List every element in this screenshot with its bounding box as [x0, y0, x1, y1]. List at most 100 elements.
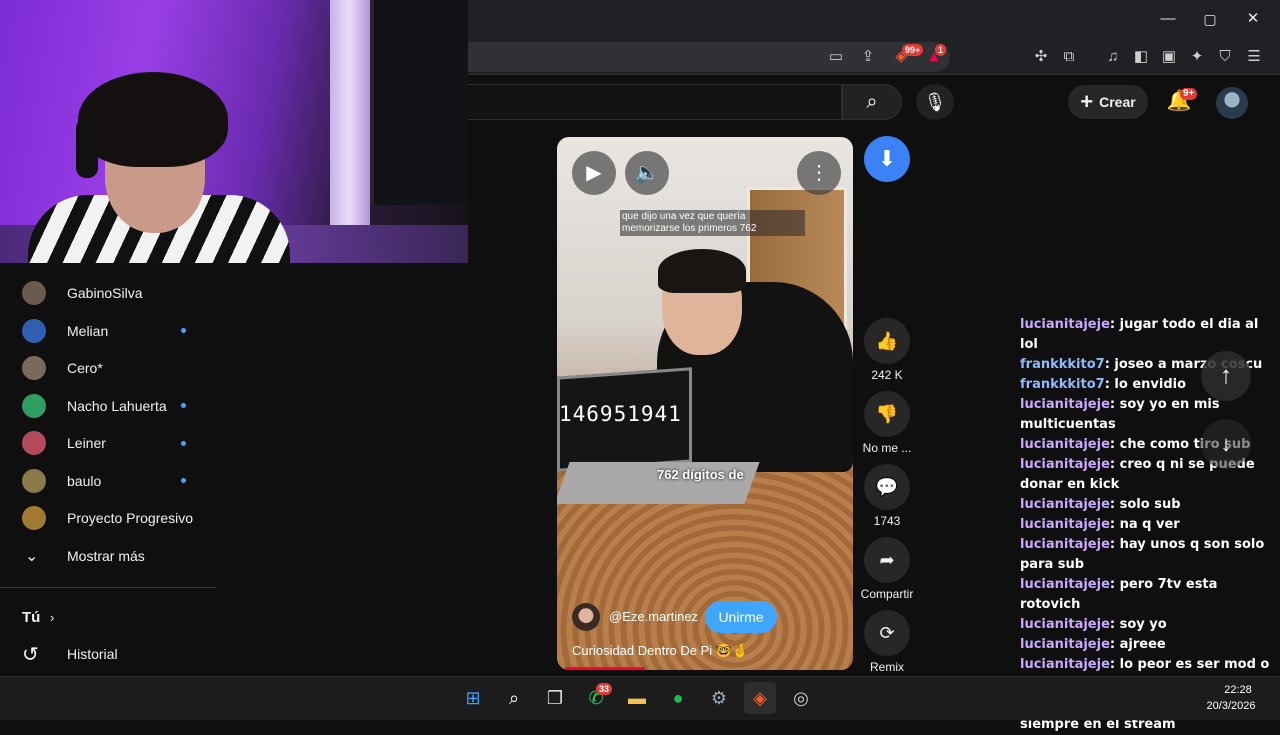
notifications-button[interactable]: 🔔 9+	[1164, 88, 1198, 116]
cast-icon[interactable]: ▭	[825, 46, 847, 68]
chat-message: lucianitajeje: soy yo	[1020, 617, 1167, 632]
sidebar-subscription-item[interactable]: Leiner	[0, 425, 216, 461]
sidebar-subscription-item[interactable]: baulo	[0, 463, 216, 499]
video-caption-middle: 762 dígitos de	[657, 467, 744, 482]
channel-name[interactable]: @Eze.martinez	[609, 609, 698, 624]
account-avatar[interactable]	[1216, 87, 1248, 119]
windows-logo-icon: ⊞	[465, 688, 481, 708]
create-label: Crear	[1099, 94, 1136, 110]
channel-avatar[interactable]	[572, 603, 600, 631]
maximize-button[interactable]: ▢	[1198, 8, 1222, 30]
subscription-name: Proyecto Progresivo	[67, 510, 194, 526]
search-button[interactable]: ⌕	[842, 84, 902, 120]
sidebar-subscription-item[interactable]: Proyecto Progresivo	[0, 500, 216, 536]
sidebar-toggle-icon[interactable]: ◧	[1130, 46, 1152, 68]
volume-icon: 🔈	[634, 162, 660, 184]
live-indicator	[181, 478, 186, 483]
obs-app[interactable]: ◎	[785, 682, 817, 714]
sidebar-subscription-item[interactable]: Nacho Lahuerta	[0, 388, 216, 424]
share-button[interactable]: ➦	[864, 537, 910, 583]
wallet-icon[interactable]: ▣	[1158, 46, 1180, 68]
play-icon: ▶	[586, 162, 602, 184]
share-label: Compartir	[860, 587, 914, 601]
taskbar-search-button[interactable]: ⌕	[498, 682, 530, 714]
short-video-player[interactable]: 146951941 ▶ 🔈 ⋮ que dijo una vez que que…	[557, 137, 853, 670]
search-icon: ⌕	[508, 688, 520, 708]
history-icon: ↺	[22, 643, 39, 666]
comments-button[interactable]: 💬	[864, 464, 910, 510]
chevron-down-icon: ⌄	[25, 548, 39, 565]
chat-text: lo envidio	[1114, 377, 1187, 392]
sidebar-subscription-item[interactable]: Cero*	[0, 350, 216, 386]
channel-avatar	[22, 506, 46, 530]
notifications-badge: 9+	[1180, 88, 1198, 100]
settings-app[interactable]: ⚙	[703, 682, 735, 714]
microphone-icon: 🎙	[923, 92, 947, 112]
task-view-button[interactable]: ❐	[539, 682, 571, 714]
show-more-button[interactable]: ⌄ Mostrar más	[0, 538, 216, 574]
minimize-button[interactable]: —	[1156, 8, 1180, 30]
chat-text: na q ver	[1119, 517, 1180, 532]
vpn-shield-icon[interactable]: ⛉	[1214, 46, 1236, 68]
clock-time: 22:28	[1224, 684, 1252, 696]
like-button[interactable]: 👍	[864, 318, 910, 364]
media-icon[interactable]: ⧉	[1058, 46, 1080, 68]
short-title: Curiosidad Dentro De Pi 🤓🤞	[572, 643, 749, 658]
mute-button[interactable]: 🔈	[625, 151, 669, 195]
sidebar-subscription-item[interactable]: GabinoSilva	[0, 275, 216, 311]
brave-shields-icon[interactable]: ◈ 99+	[890, 44, 924, 68]
subscription-name: Leiner	[67, 435, 106, 451]
thumbs-up-icon: 👍	[875, 331, 899, 351]
leo-ai-icon[interactable]: ✦	[1186, 46, 1208, 68]
channel-avatar	[22, 431, 46, 455]
voice-search-button[interactable]: 🎙	[916, 84, 954, 120]
close-window-button[interactable]: ✕	[1241, 8, 1265, 30]
remix-icon: ⟳	[879, 623, 895, 643]
dislike-button[interactable]: 👎	[864, 391, 910, 437]
whatsapp-app[interactable]: ✆ 33	[580, 682, 613, 714]
dislike-label: No me ...	[862, 441, 912, 455]
chat-username: lucianitajeje	[1020, 317, 1110, 332]
folder-icon: ▬	[628, 688, 646, 708]
obs-icon: ◎	[793, 688, 809, 708]
download-button[interactable]: ⬇	[864, 136, 910, 182]
you-section-link[interactable]: Tú ›	[0, 599, 216, 635]
chevron-right-icon: ›	[50, 609, 55, 625]
chat-text: solo sub	[1119, 497, 1181, 512]
spotify-app[interactable]: ●	[662, 682, 694, 714]
chat-username: lucianitajeje	[1020, 437, 1110, 452]
subscription-name: Melian	[67, 322, 109, 339]
chat-username: frankkkito7	[1020, 377, 1105, 392]
search-input[interactable]	[468, 84, 842, 120]
sidebar: GabinoSilva Melian Cero* Nacho Lahuerta Lein…	[0, 263, 216, 676]
brave-rewards-icon[interactable]: ▲ 1	[923, 44, 947, 68]
file-explorer-app[interactable]: ▬	[621, 682, 653, 714]
chat-username: lucianitajeje	[1020, 657, 1110, 672]
extensions-icon[interactable]: ✣	[1030, 46, 1052, 68]
start-button[interactable]: ⊞	[457, 682, 489, 714]
more-options-button[interactable]: ⋮	[797, 151, 841, 195]
create-button[interactable]: + Crear	[1068, 85, 1148, 119]
channel-avatar	[22, 468, 46, 493]
subscription-name: Cero*	[67, 360, 103, 376]
sidebar-item-history[interactable]: ↺ Historial	[0, 636, 216, 672]
thumbs-down-icon: 👎	[875, 404, 899, 424]
chat-message: lucianitajeje: na q ver	[1020, 517, 1180, 532]
scroll-up-button[interactable]: ↑	[1201, 351, 1251, 401]
sidebar-subscription-item[interactable]: Melian	[0, 313, 216, 349]
music-icon[interactable]: ♫	[1102, 46, 1124, 68]
play-button[interactable]: ▶	[572, 151, 616, 195]
join-button[interactable]: Unirme	[705, 601, 777, 633]
remix-button[interactable]: ⟳	[864, 610, 910, 656]
brave-app[interactable]: ◈	[744, 682, 776, 714]
subscription-name: Nacho Lahuerta	[67, 397, 167, 414]
chat-message: lucianitajeje: jugar todo el dia al lol	[1020, 317, 1259, 352]
scroll-down-button[interactable]: ↓	[1201, 419, 1251, 469]
plus-icon: +	[1080, 89, 1094, 114]
you-label: Tú	[22, 608, 41, 626]
download-arrow-icon: ⬇	[877, 146, 897, 171]
menu-icon[interactable]: ☰	[1243, 46, 1265, 68]
video-progress-bar[interactable]	[565, 667, 645, 670]
spotify-icon: ●	[672, 688, 684, 708]
share-page-icon[interactable]: ⇪	[857, 46, 879, 68]
